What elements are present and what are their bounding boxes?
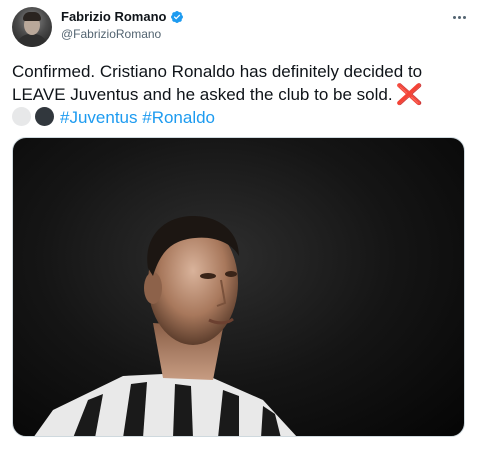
more-options-icon[interactable] xyxy=(449,9,469,25)
black-circle-emoji xyxy=(35,107,54,126)
photo-image xyxy=(34,216,297,436)
hashtag-juventus[interactable]: #Juventus xyxy=(60,108,138,127)
author-display-name[interactable]: Fabrizio Romano xyxy=(61,9,166,24)
avatar-hair xyxy=(23,12,41,21)
cross-mark-emoji: ❌ xyxy=(396,84,424,106)
white-circle-emoji xyxy=(12,107,31,126)
avatar[interactable] xyxy=(12,7,52,47)
hashtag-ronaldo[interactable]: #Ronaldo xyxy=(142,108,215,127)
tweet-photo[interactable] xyxy=(12,137,465,437)
tweet-text-line-2: LEAVE Juventus and he asked the club to … xyxy=(12,85,393,104)
verified-badge-icon xyxy=(171,10,184,23)
tweet-text-line-1: Confirmed. Cristiano Ronaldo has definit… xyxy=(12,62,423,81)
author-handle[interactable]: @FabrizioRomano xyxy=(61,27,161,41)
tweet-card[interactable]: Fabrizio Romano @FabrizioRomano Confirme… xyxy=(0,0,479,454)
tweet-text: Confirmed. Cristiano Ronaldo has definit… xyxy=(12,60,467,129)
tweet-text-line-2-row: LEAVE Juventus and he asked the club to … xyxy=(12,83,467,106)
avatar-body xyxy=(16,34,48,47)
more-dot xyxy=(462,15,466,19)
more-dot xyxy=(457,15,461,19)
tweet-text-line-3: #Juventus #Ronaldo xyxy=(12,106,467,129)
author-name-row: Fabrizio Romano xyxy=(61,9,184,24)
more-dot xyxy=(452,15,456,19)
